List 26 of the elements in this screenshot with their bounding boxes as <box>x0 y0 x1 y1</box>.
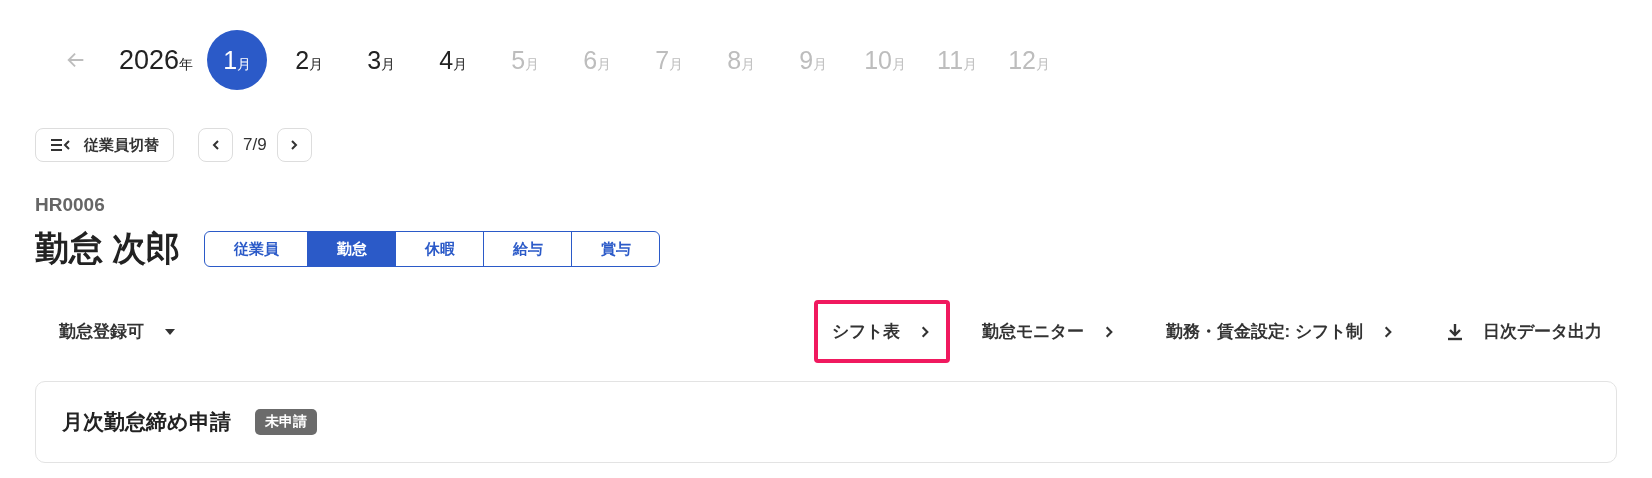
link-button[interactable]: 勤務・賃金設定: シフト制 <box>1147 300 1413 363</box>
page-counter: 7/9 <box>243 135 267 155</box>
tab[interactable]: 従業員 <box>205 232 308 266</box>
tab[interactable]: 勤怠 <box>307 232 396 266</box>
employee-name: 勤怠 次郎 <box>35 228 181 269</box>
previous-button[interactable] <box>198 128 233 162</box>
status-dropdown[interactable]: 勤怠登録可 <box>35 320 176 343</box>
month-button[interactable]: 4月 <box>423 30 484 90</box>
next-button[interactable] <box>276 128 312 162</box>
download-button[interactable]: 日次データ出力 <box>1427 300 1620 363</box>
month-button[interactable]: 3月 <box>351 30 412 90</box>
tab[interactable]: 休暇 <box>395 232 484 266</box>
download-icon <box>1445 321 1465 342</box>
month-button[interactable]: 1月 <box>207 30 268 90</box>
list-collapse-icon <box>50 138 70 152</box>
caret-icon <box>164 327 176 336</box>
card-title: 月次勤怠締め申請 <box>62 409 231 435</box>
employee-code: HR0006 <box>35 194 106 216</box>
year-label: 2026年 <box>119 44 194 76</box>
tab[interactable]: 賞与 <box>571 232 660 266</box>
link-button[interactable]: シフト表 <box>813 300 950 363</box>
link-button[interactable]: 勤怠モニター <box>963 300 1134 363</box>
status-badge: 未申請 <box>255 409 317 435</box>
tab[interactable]: 給与 <box>483 232 572 266</box>
month-button[interactable]: 2月 <box>279 30 340 90</box>
employee-switch-button[interactable]: 従業員切替 <box>35 128 174 162</box>
